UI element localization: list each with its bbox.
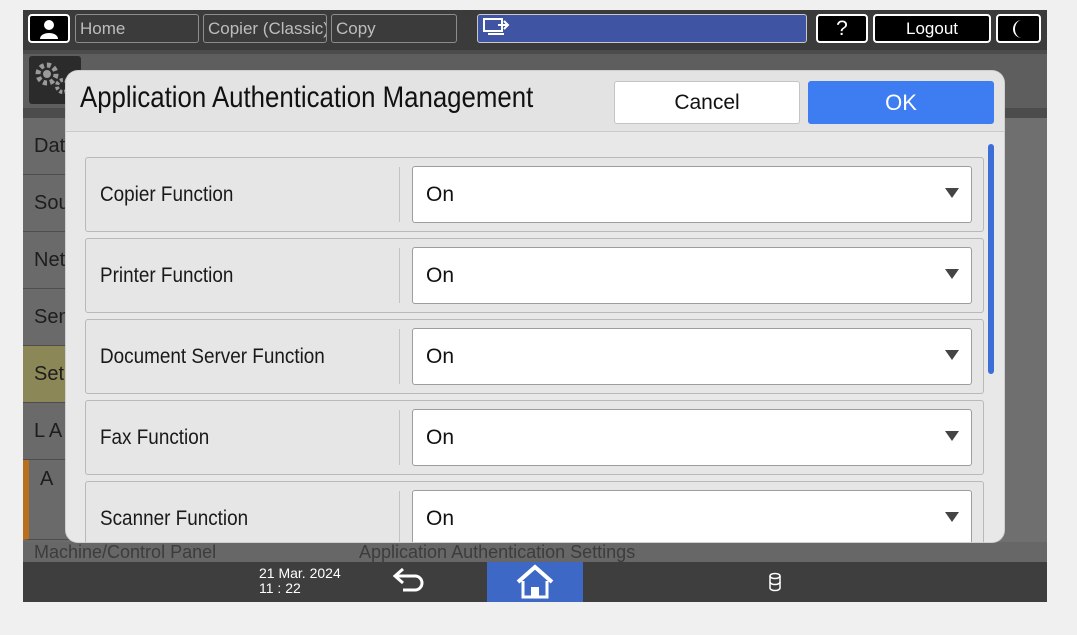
background-setting-label: Application Authentication Settings xyxy=(359,542,636,562)
bottom-bar: 21 Mar. 2024 11 : 22 xyxy=(23,562,1047,602)
background-section-label: Machine/Control Panel xyxy=(34,542,217,562)
dialog-body: Copier Function On Printer Function On D… xyxy=(66,132,1004,542)
printer-function-select[interactable]: On xyxy=(412,247,972,304)
dropdown-arrow-icon xyxy=(945,350,959,360)
home-button[interactable] xyxy=(487,562,583,602)
dialog-scrollbar[interactable] xyxy=(988,144,994,374)
function-row-scanner: Scanner Function On xyxy=(85,481,984,542)
help-button[interactable]: ? xyxy=(816,14,868,43)
row-divider xyxy=(399,491,400,542)
background-footer: Machine/Control Panel Application Authen… xyxy=(23,542,1047,562)
time-text: 11 : 22 xyxy=(259,580,301,596)
dialog-header: Application Authentication Management Ca… xyxy=(66,71,1004,132)
home-tab[interactable]: Home xyxy=(75,14,199,43)
copy-tab[interactable]: Copy xyxy=(331,14,457,43)
copier-classic-tab[interactable]: Copier (Classic) xyxy=(203,14,327,43)
ok-button[interactable]: OK xyxy=(808,81,994,124)
function-row-document-server: Document Server Function On xyxy=(85,319,984,394)
function-row-printer: Printer Function On xyxy=(85,238,984,313)
row-divider xyxy=(399,410,400,465)
logout-button[interactable]: Logout xyxy=(873,14,991,43)
application-authentication-dialog: Application Authentication Management Ca… xyxy=(66,71,1004,542)
function-label: Copier Function xyxy=(100,183,234,206)
row-divider xyxy=(399,248,400,303)
scanner-function-select[interactable]: On xyxy=(412,490,972,542)
back-button[interactable] xyxy=(381,562,435,602)
date-time: 21 Mar. 2024 11 : 22 xyxy=(259,566,341,596)
user-button[interactable] xyxy=(28,14,70,43)
row-divider xyxy=(399,329,400,384)
row-divider xyxy=(399,167,400,222)
function-label: Scanner Function xyxy=(100,507,249,530)
dropdown-arrow-icon xyxy=(945,269,959,279)
cancel-button[interactable]: Cancel xyxy=(614,81,800,124)
function-row-fax: Fax Function On xyxy=(85,400,984,475)
select-value: On xyxy=(426,507,455,530)
function-label: Document Server Function xyxy=(100,345,325,368)
dropdown-arrow-icon xyxy=(945,431,959,441)
top-bar: Home Copier (Classic) Copy ? Logout xyxy=(23,10,1047,50)
moon-icon xyxy=(1012,20,1022,38)
storage-icon xyxy=(769,572,781,592)
function-label: Printer Function xyxy=(100,264,234,287)
date-text: 21 Mar. 2024 xyxy=(259,565,341,581)
energy-saver-button[interactable] xyxy=(996,14,1041,43)
back-arrow-icon xyxy=(392,567,424,592)
copier-function-select[interactable]: On xyxy=(412,166,972,223)
select-value: On xyxy=(426,426,455,449)
fax-function-select[interactable]: On xyxy=(412,409,972,466)
screen-switch-button[interactable] xyxy=(477,14,807,43)
dropdown-arrow-icon xyxy=(945,188,959,198)
dialog-title: Application Authentication Management xyxy=(80,81,534,114)
dropdown-arrow-icon xyxy=(945,512,959,522)
user-icon xyxy=(40,20,58,39)
screen-share-icon xyxy=(483,18,510,35)
select-value: On xyxy=(426,264,455,287)
select-value: On xyxy=(426,345,455,368)
home-icon xyxy=(516,564,554,599)
select-value: On xyxy=(426,183,455,206)
function-row-copier: Copier Function On xyxy=(85,157,984,232)
function-label: Fax Function xyxy=(100,426,210,449)
document-server-function-select[interactable]: On xyxy=(412,328,972,385)
